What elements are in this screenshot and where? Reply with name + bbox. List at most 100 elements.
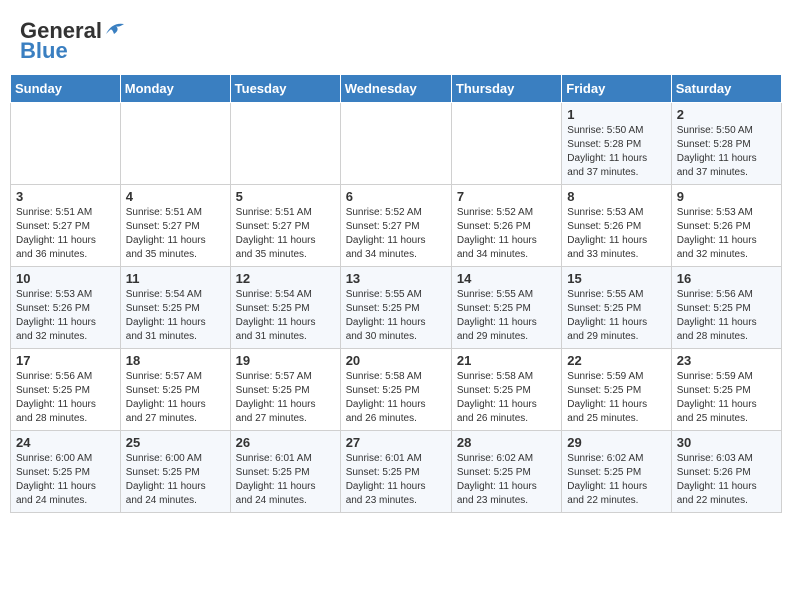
day-info: Sunrise: 5:56 AM Sunset: 5:25 PM Dayligh…	[16, 370, 115, 426]
day-info: Sunrise: 5:52 AM Sunset: 5:26 PM Dayligh…	[457, 206, 556, 262]
day-number: 5	[236, 189, 335, 204]
calendar-day-cell	[230, 103, 340, 185]
day-number: 30	[677, 435, 776, 450]
calendar-day-cell: 20 Sunrise: 5:58 AM Sunset: 5:25 PM Dayli…	[340, 349, 451, 431]
calendar-day-cell	[120, 103, 230, 185]
day-info: Sunrise: 5:53 AM Sunset: 5:26 PM Dayligh…	[677, 206, 776, 262]
calendar-day-cell: 15 Sunrise: 5:55 AM Sunset: 5:25 PM Dayli…	[562, 267, 671, 349]
day-info: Sunrise: 5:58 AM Sunset: 5:25 PM Dayligh…	[346, 370, 446, 426]
calendar-day-cell: 24 Sunrise: 6:00 AM Sunset: 5:25 PM Dayli…	[11, 431, 121, 513]
day-number: 8	[567, 189, 665, 204]
logo: General Blue	[20, 18, 126, 64]
calendar-day-cell: 4 Sunrise: 5:51 AM Sunset: 5:27 PM Daylig…	[120, 185, 230, 267]
day-info: Sunrise: 6:02 AM Sunset: 5:25 PM Dayligh…	[457, 452, 556, 508]
calendar-week-row: 3 Sunrise: 5:51 AM Sunset: 5:27 PM Daylig…	[11, 185, 782, 267]
day-number: 28	[457, 435, 556, 450]
calendar-day-cell: 29 Sunrise: 6:02 AM Sunset: 5:25 PM Dayli…	[562, 431, 671, 513]
day-number: 2	[677, 107, 776, 122]
weekday-header-thursday: Thursday	[451, 75, 561, 103]
day-number: 19	[236, 353, 335, 368]
calendar-day-cell: 12 Sunrise: 5:54 AM Sunset: 5:25 PM Dayli…	[230, 267, 340, 349]
weekday-header-wednesday: Wednesday	[340, 75, 451, 103]
day-number: 27	[346, 435, 446, 450]
day-info: Sunrise: 6:00 AM Sunset: 5:25 PM Dayligh…	[126, 452, 225, 508]
logo-bird-icon	[104, 20, 126, 38]
calendar-day-cell: 30Sunrise: 6:03 AM Sunset: 5:26 PM Dayli…	[671, 431, 781, 513]
weekday-header-sunday: Sunday	[11, 75, 121, 103]
day-number: 15	[567, 271, 665, 286]
day-number: 14	[457, 271, 556, 286]
calendar-day-cell: 18Sunrise: 5:57 AM Sunset: 5:25 PM Dayli…	[120, 349, 230, 431]
day-info: Sunrise: 5:57 AM Sunset: 5:25 PM Dayligh…	[236, 370, 335, 426]
day-info: Sunrise: 5:54 AM Sunset: 5:25 PM Dayligh…	[126, 288, 225, 344]
day-number: 12	[236, 271, 335, 286]
day-info: Sunrise: 5:55 AM Sunset: 5:25 PM Dayligh…	[567, 288, 665, 344]
day-number: 22	[567, 353, 665, 368]
day-info: Sunrise: 6:01 AM Sunset: 5:25 PM Dayligh…	[346, 452, 446, 508]
day-number: 7	[457, 189, 556, 204]
calendar-day-cell	[340, 103, 451, 185]
day-number: 3	[16, 189, 115, 204]
day-info: Sunrise: 5:51 AM Sunset: 5:27 PM Dayligh…	[236, 206, 335, 262]
calendar-day-cell: 3 Sunrise: 5:51 AM Sunset: 5:27 PM Daylig…	[11, 185, 121, 267]
calendar-day-cell: 21 Sunrise: 5:58 AM Sunset: 5:25 PM Dayli…	[451, 349, 561, 431]
day-info: Sunrise: 5:58 AM Sunset: 5:25 PM Dayligh…	[457, 370, 556, 426]
day-info: Sunrise: 5:53 AM Sunset: 5:26 PM Dayligh…	[16, 288, 115, 344]
day-info: Sunrise: 6:00 AM Sunset: 5:25 PM Dayligh…	[16, 452, 115, 508]
day-info: Sunrise: 5:51 AM Sunset: 5:27 PM Dayligh…	[126, 206, 225, 262]
day-number: 17	[16, 353, 115, 368]
day-number: 11	[126, 271, 225, 286]
day-number: 1	[567, 107, 665, 122]
day-number: 6	[346, 189, 446, 204]
day-info: Sunrise: 5:51 AM Sunset: 5:27 PM Dayligh…	[16, 206, 115, 262]
calendar-day-cell: 1Sunrise: 5:50 AM Sunset: 5:28 PM Daylig…	[562, 103, 671, 185]
day-number: 25	[126, 435, 225, 450]
calendar-day-cell: 26Sunrise: 6:01 AM Sunset: 5:25 PM Dayli…	[230, 431, 340, 513]
day-info: Sunrise: 6:02 AM Sunset: 5:25 PM Dayligh…	[567, 452, 665, 508]
calendar-day-cell: 8 Sunrise: 5:53 AM Sunset: 5:26 PM Daylig…	[562, 185, 671, 267]
calendar-day-cell: 17 Sunrise: 5:56 AM Sunset: 5:25 PM Dayli…	[11, 349, 121, 431]
calendar-day-cell: 27 Sunrise: 6:01 AM Sunset: 5:25 PM Dayli…	[340, 431, 451, 513]
weekday-header-tuesday: Tuesday	[230, 75, 340, 103]
day-number: 24	[16, 435, 115, 450]
calendar-day-cell	[11, 103, 121, 185]
calendar-week-row: 10Sunrise: 5:53 AM Sunset: 5:26 PM Dayli…	[11, 267, 782, 349]
day-info: Sunrise: 5:55 AM Sunset: 5:25 PM Dayligh…	[457, 288, 556, 344]
calendar-week-row: 1 Sunrise: 5:50 AM Sunset: 5:28 PM Daylig…	[11, 103, 782, 185]
weekday-header-monday: Monday	[120, 75, 230, 103]
calendar-day-cell: 5 Sunrise: 5:51 AM Sunset: 5:27 PM Daylig…	[230, 185, 340, 267]
page-header: General Blue	[10, 10, 782, 70]
day-number: 20	[346, 353, 446, 368]
calendar-day-cell: 6 Sunrise: 5:52 AM Sunset: 5:27 PM Daylig…	[340, 185, 451, 267]
calendar-week-row: 24 Sunrise: 6:00 AM Sunset: 5:25 PM Dayli…	[11, 431, 782, 513]
calendar-day-cell: 22Sunrise: 5:59 AM Sunset: 5:25 PM Dayli…	[562, 349, 671, 431]
calendar-day-cell: 19 Sunrise: 5:57 AM Sunset: 5:25 PM Dayli…	[230, 349, 340, 431]
calendar-day-cell: 10Sunrise: 5:53 AM Sunset: 5:26 PM Dayli…	[11, 267, 121, 349]
day-info: Sunrise: 5:59 AM Sunset: 5:25 PM Dayligh…	[677, 370, 776, 426]
day-number: 23	[677, 353, 776, 368]
day-info: Sunrise: 5:55 AM Sunset: 5:25 PM Dayligh…	[346, 288, 446, 344]
weekday-header-friday: Friday	[562, 75, 671, 103]
logo-blue: Blue	[20, 38, 68, 64]
calendar-day-cell: 14 Sunrise: 5:55 AM Sunset: 5:25 PM Dayli…	[451, 267, 561, 349]
day-info: Sunrise: 5:56 AM Sunset: 5:25 PM Dayligh…	[677, 288, 776, 344]
day-info: Sunrise: 5:53 AM Sunset: 5:26 PM Dayligh…	[567, 206, 665, 262]
day-number: 18	[126, 353, 225, 368]
day-number: 16	[677, 271, 776, 286]
day-info: Sunrise: 5:52 AM Sunset: 5:27 PM Dayligh…	[346, 206, 446, 262]
calendar-day-cell: 7 Sunrise: 5:52 AM Sunset: 5:26 PM Daylig…	[451, 185, 561, 267]
day-info: Sunrise: 5:54 AM Sunset: 5:25 PM Dayligh…	[236, 288, 335, 344]
day-number: 9	[677, 189, 776, 204]
calendar-day-cell: 28 Sunrise: 6:02 AM Sunset: 5:25 PM Dayli…	[451, 431, 561, 513]
calendar-day-cell: 23 Sunrise: 5:59 AM Sunset: 5:25 PM Dayli…	[671, 349, 781, 431]
calendar-day-cell: 25 Sunrise: 6:00 AM Sunset: 5:25 PM Dayli…	[120, 431, 230, 513]
day-number: 4	[126, 189, 225, 204]
day-info: Sunrise: 5:50 AM Sunset: 5:28 PM Dayligh…	[677, 124, 776, 180]
day-number: 13	[346, 271, 446, 286]
calendar-header-row: SundayMondayTuesdayWednesdayThursdayFrid…	[11, 75, 782, 103]
day-number: 29	[567, 435, 665, 450]
calendar-day-cell: 9 Sunrise: 5:53 AM Sunset: 5:26 PM Daylig…	[671, 185, 781, 267]
day-info: Sunrise: 6:01 AM Sunset: 5:25 PM Dayligh…	[236, 452, 335, 508]
calendar-day-cell: 16 Sunrise: 5:56 AM Sunset: 5:25 PM Dayli…	[671, 267, 781, 349]
day-number: 21	[457, 353, 556, 368]
